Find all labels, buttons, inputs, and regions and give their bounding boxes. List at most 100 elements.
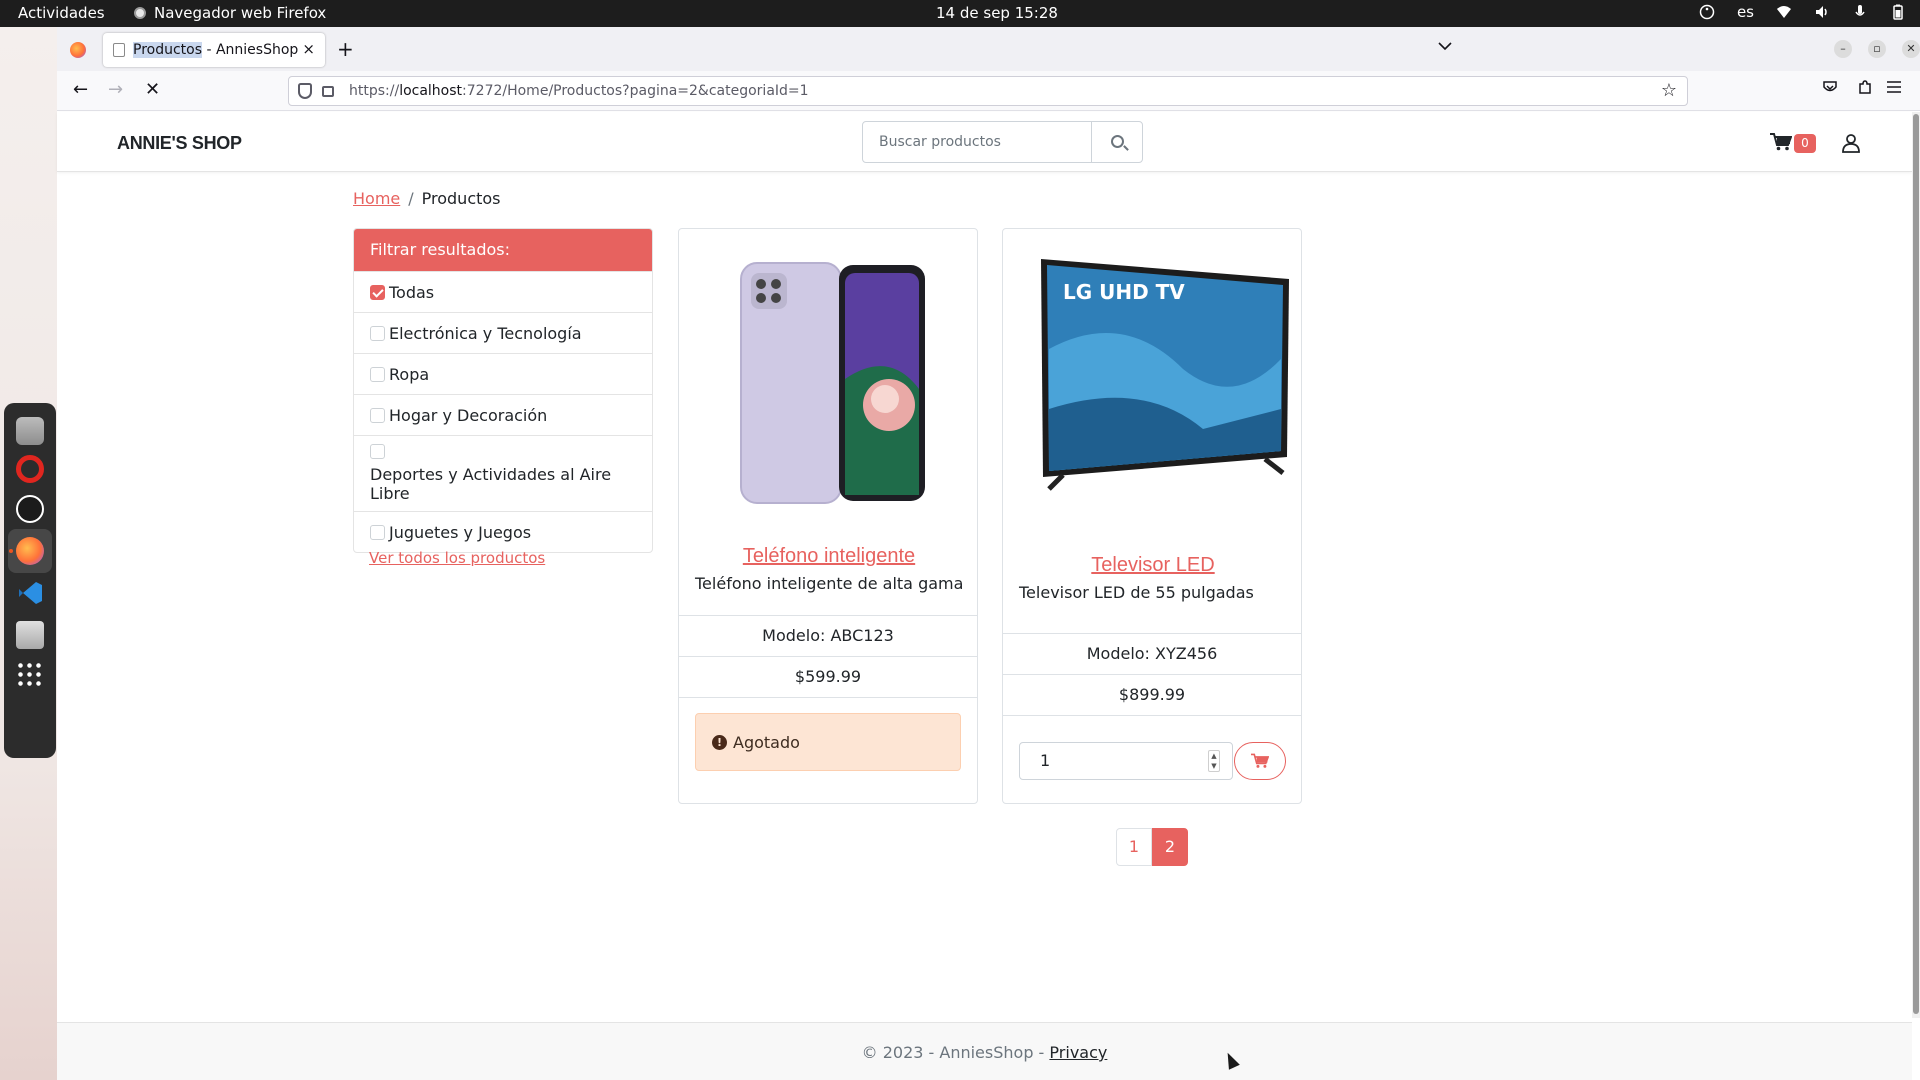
app-name-label: Navegador web Firefox [154,4,327,22]
stop-loading-icon[interactable]: ✕ [145,79,160,100]
forward-icon[interactable]: → [108,79,123,100]
checkbox[interactable] [370,444,385,459]
product-price: $899.99 [1003,674,1301,715]
search-button[interactable] [1091,121,1143,163]
checkbox[interactable] [370,524,385,540]
product-card: Teléfono inteligente Teléfono inteligent… [678,228,978,804]
product-image-phone[interactable] [679,229,979,529]
add-to-cart-button[interactable] [1234,742,1286,780]
quantity-spin-arrows[interactable]: ▲ ▼ [1208,750,1220,772]
filter-item-juguetes[interactable]: Juguetes y Juegos [354,511,652,552]
breadcrumb-home-link[interactable]: Home [353,189,400,208]
keyboard-language[interactable]: es [1737,3,1754,21]
extensions-icon[interactable] [1857,79,1873,99]
activities-button[interactable]: Actividades [18,4,105,22]
url-text[interactable]: https://localhost:7272/Home/Productos?pa… [349,83,809,99]
product-image-tv[interactable]: LG UHD TV [1003,229,1303,529]
tab-productos[interactable]: Productos - AnniesShop × [103,33,325,67]
cart-count-badge[interactable]: 0 [1794,134,1816,153]
bookmark-star-icon[interactable]: ☆ [1661,80,1677,101]
user-account-icon[interactable] [1841,133,1861,153]
product-model: Modelo: XYZ456 [1003,633,1301,674]
checkbox[interactable] [370,366,385,382]
filter-item-hogar[interactable]: Hogar y Decoración [354,394,652,435]
page-icon [113,43,125,57]
tracking-protection-icon[interactable] [298,83,312,99]
filter-item-todas[interactable]: Todas [354,271,652,312]
filter-item-deportes[interactable]: Deportes y Actividades al Aire Libre [354,435,652,511]
product-description: Televisor LED de 55 pulgadas [1019,583,1254,602]
cart-icon [1251,753,1269,768]
search-input[interactable]: Buscar productos [862,121,1092,163]
url-bar[interactable]: https://localhost:7272/Home/Productos?pa… [288,76,1688,106]
checkbox[interactable] [370,407,385,423]
pocket-icon[interactable] [1822,79,1838,99]
close-tab-icon[interactable]: × [302,40,315,58]
category-filter-panel: Filtrar resultados: Todas Electrónica y … [353,228,653,553]
site-header: ANNIE'S SHOP Buscar productos 0 [57,112,1912,172]
cart-icon[interactable] [1770,133,1792,151]
copyright-text: © 2023 - AnniesShop - [861,1043,1050,1062]
pagination: 1 2 [1116,828,1188,866]
breadcrumb-current: Productos [421,189,501,208]
firefox-running-indicator [9,549,13,553]
filter-label: Hogar y Decoración [389,405,548,425]
site-brand[interactable]: ANNIE'S SHOP [117,133,242,154]
quantity-value: 1 [1040,751,1051,770]
filter-label: Ropa [389,364,430,384]
privacy-link[interactable]: Privacy [1049,1043,1107,1062]
dock [4,403,56,758]
clock[interactable]: 14 de sep 15:28 [936,4,1058,22]
scrollbar-thumb[interactable] [1913,114,1919,1014]
firefox-view-icon[interactable] [70,42,86,58]
minimize-window-button[interactable]: – [1834,40,1852,58]
checkbox-checked[interactable] [370,284,385,300]
wifi-icon [1777,6,1791,18]
browser-nav-bar: ← → ✕ https://localhost:7272/Home/Produc… [57,71,1920,111]
product-description: Teléfono inteligente de alta gama [695,574,964,593]
filter-item-ropa[interactable]: Ropa [354,353,652,394]
filter-title: Filtrar resultados: [354,229,652,271]
checkbox[interactable] [370,325,385,341]
new-tab-button[interactable]: + [337,37,354,61]
files-icon[interactable] [16,417,44,445]
web-page: ANNIE'S SHOP Buscar productos 0 Home / P… [57,112,1920,1080]
maximize-window-button[interactable]: ▫ [1868,40,1886,58]
app-menu[interactable]: Navegador web Firefox [134,4,326,22]
system-top-bar: Actividades Navegador web Firefox 14 de … [0,0,1920,27]
out-of-stock-alert: ! Agotado [695,713,961,771]
product-name-link[interactable]: Televisor LED [1003,554,1303,577]
page-scrollbar[interactable] [1912,112,1920,1018]
page-2-link[interactable]: 2 [1152,828,1188,866]
breadcrumb: Home / Productos [353,189,501,208]
list-all-tabs-icon[interactable] [1438,39,1452,55]
back-icon[interactable]: ← [73,79,88,100]
menu-hamburger-icon[interactable] [1886,79,1902,98]
filter-label: Todas [389,282,435,302]
firefox-app-icon [134,7,146,19]
system-tray[interactable]: es [1699,3,1906,21]
show-apps-grid-icon[interactable] [16,661,44,689]
volume-icon [1816,6,1827,18]
product-name-link[interactable]: Teléfono inteligente [679,545,979,568]
filter-item-electronica[interactable]: Electrónica y Tecnología [354,312,652,353]
product-price: $599.99 [679,656,977,697]
page-1-link[interactable]: 1 [1116,828,1152,866]
filter-label: Juguetes y Juegos [389,522,532,542]
search-icon [1111,135,1124,148]
opera-icon[interactable] [16,455,44,483]
site-lock-icon[interactable] [322,86,334,97]
vscode-icon[interactable] [16,579,44,607]
filter-label: Electrónica y Tecnología [389,323,582,343]
quantity-stepper[interactable]: 1 ▲ ▼ [1019,742,1233,780]
site-footer: © 2023 - AnniesShop - Privacy [57,1022,1912,1080]
accessibility-icon [1699,4,1715,20]
see-all-products-link[interactable]: Ver todos los productos [369,549,545,567]
close-window-button[interactable]: ✕ [1902,40,1920,58]
product-card: LG UHD TV Televisor LED Televisor LED de… [1002,228,1302,804]
trash-icon[interactable] [16,621,44,649]
firefox-dock-icon[interactable] [16,537,44,565]
obs-icon[interactable] [16,495,44,523]
filter-label: Deportes y Actividades al Aire Libre [370,465,612,503]
exclamation-icon: ! [712,734,727,750]
